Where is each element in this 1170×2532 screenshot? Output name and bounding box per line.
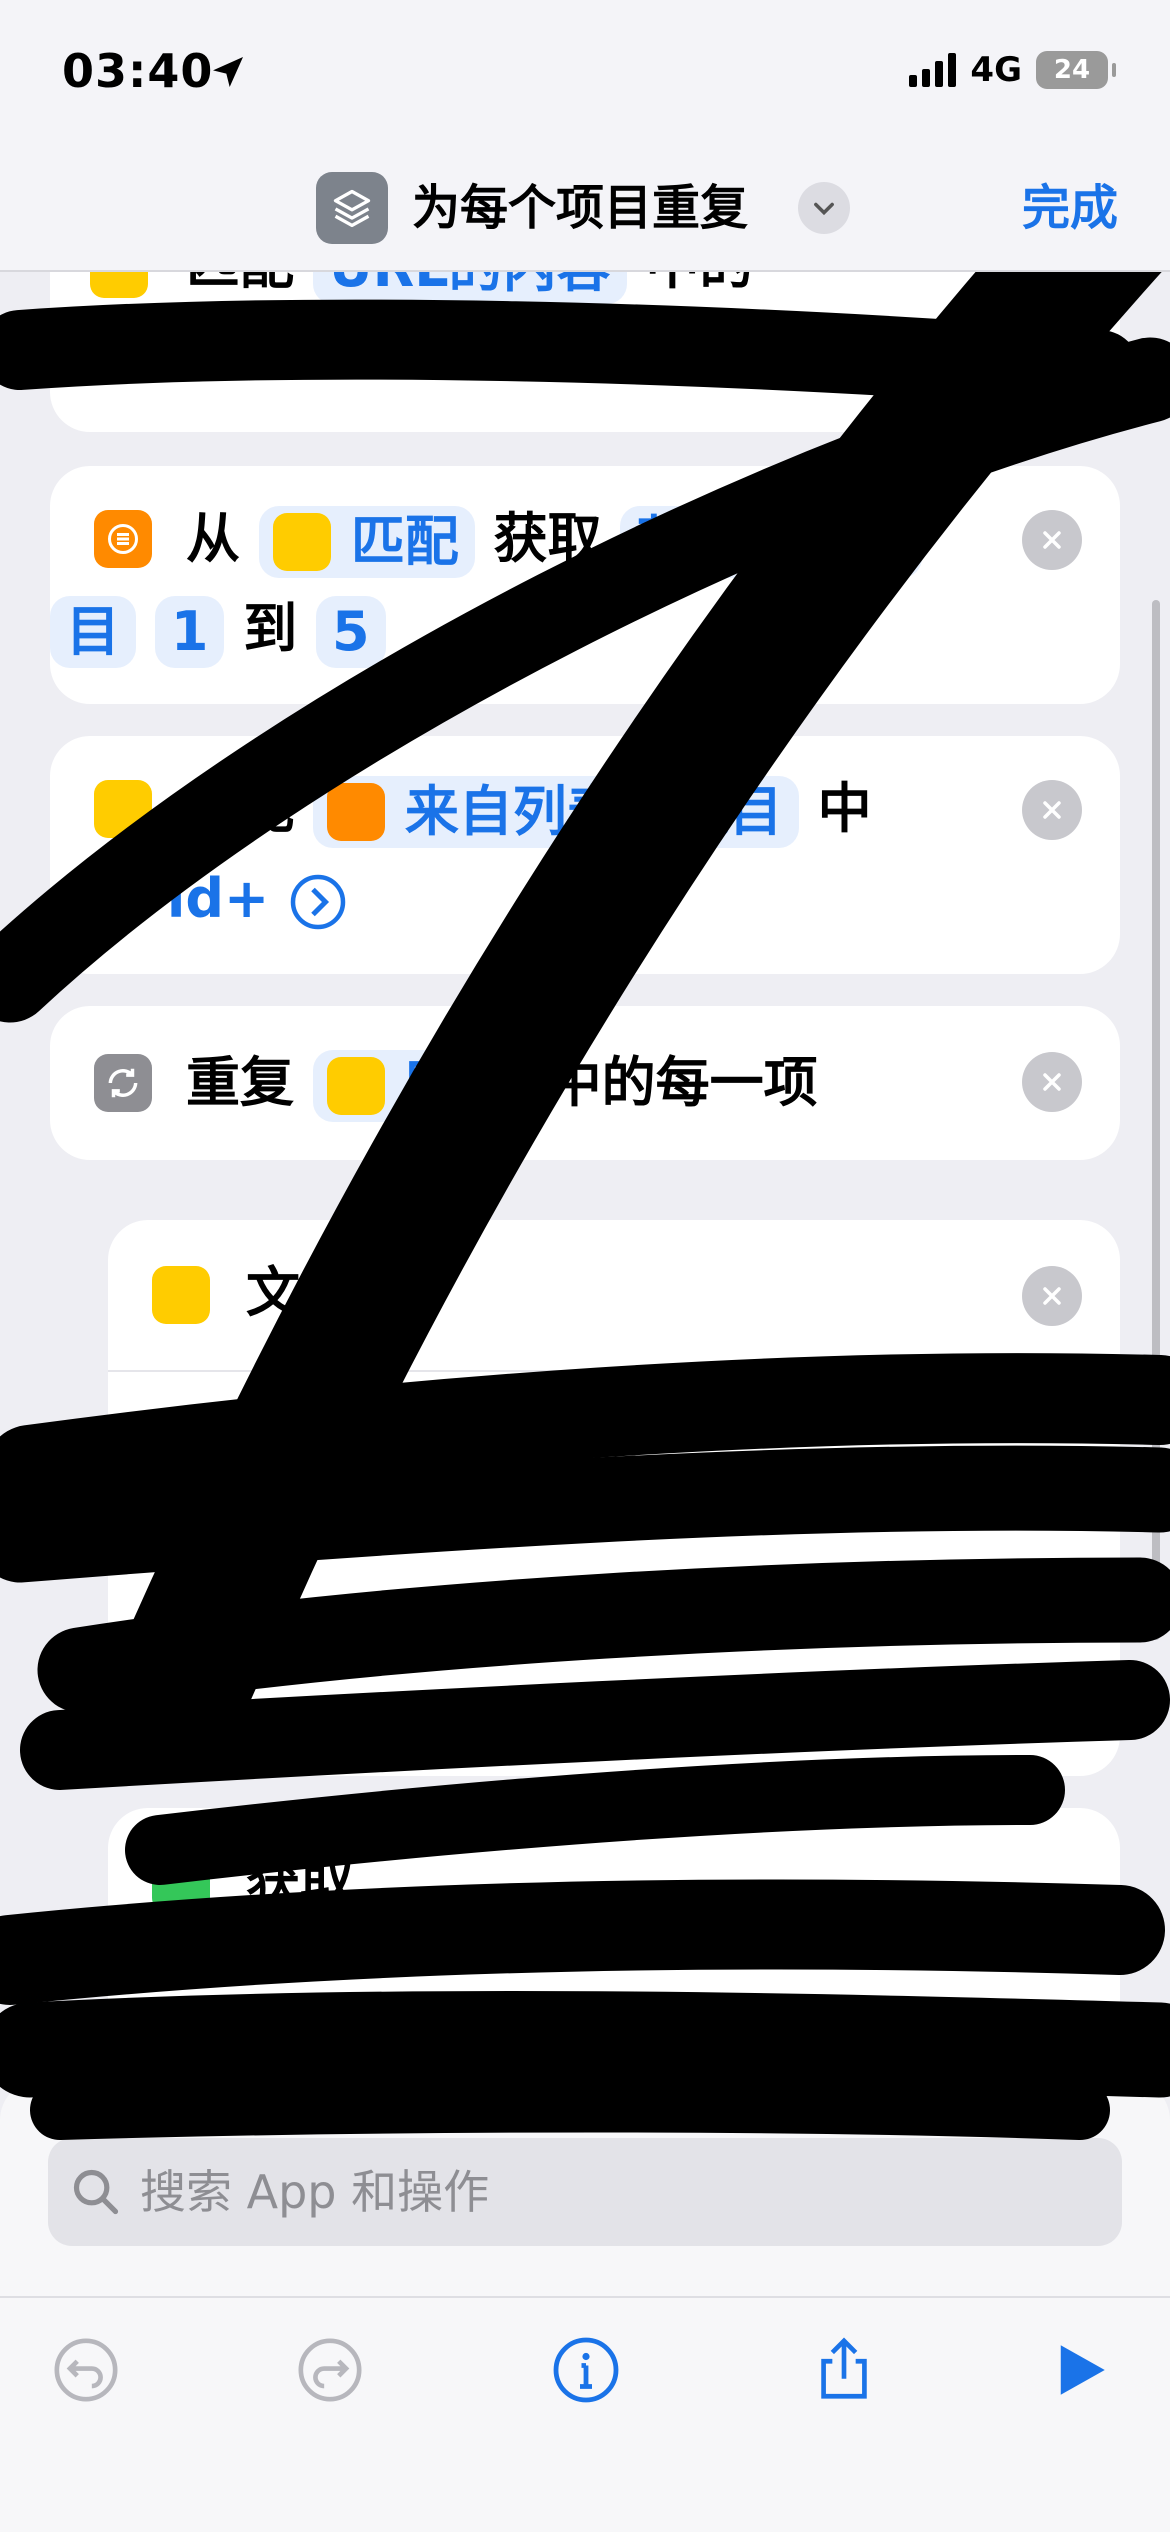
close-icon [1043,531,1061,549]
action-card-text[interactable]: 文本 a o_profi 重复项目 share Onw [108,1220,1120,1776]
network-type: 4G [970,50,1022,90]
status-bar: 03:40 4G 24 [0,0,1170,150]
match-variable-pill[interactable]: 匹配 [258,506,475,579]
search-placeholder: 搜索 App 和操作 [140,2165,490,2219]
shortcut-icon[interactable] [316,172,388,244]
play-icon [1060,2345,1105,2395]
match-variable-pill[interactable]: 匹配 [312,1050,529,1123]
start-index-pill[interactable]: 1 [154,596,225,669]
done-button[interactable]: 完成 [1022,176,1118,240]
divider [108,1370,1120,1372]
layers-icon [333,189,371,228]
close-icon [1043,801,1061,819]
info-icon [553,2337,619,2403]
chevron-down-icon [814,202,834,216]
action-card-get-items[interactable]: 从 匹配 获取 范围内的项 目 1 到 5 [50,466,1120,704]
action-card-match-list[interactable]: 匹配 来自列表的项目 中 的 id+ [50,736,1120,974]
run-button[interactable] [1040,2330,1120,2410]
action-text: 匹配 来自列表的项目 中 [186,764,872,854]
page-title[interactable]: 为每个项目重复 [412,176,748,240]
close-icon [1043,1073,1061,1091]
text-icon [94,780,152,838]
text-icon [152,1266,210,1324]
search-panel: 搜索 App 和操作 [0,2080,1170,2300]
editor-header: 为每个项目重复 完成 [0,150,1170,272]
action-text-line2: 目 1 到 5 [50,584,386,674]
text-body[interactable]: a o_profi 重复项目 share Onw [158,1396,1078,1692]
bottom-toolbar [0,2296,1170,2532]
redo-button[interactable] [290,2330,370,2410]
status-time: 03:40 [62,44,214,98]
signal-icon [909,53,957,87]
scrollbar[interactable] [1152,600,1160,1640]
title-menu-button[interactable] [798,182,850,234]
close-icon [1043,1287,1061,1305]
share-icon [821,2337,867,2399]
info-button[interactable] [546,2330,626,2410]
list-icon [94,510,152,568]
undo-icon [54,2338,118,2402]
web-icon [152,1854,210,1912]
action-text: 重复 匹配 中的每一项 [186,1038,818,1128]
share-button[interactable] [804,2330,884,2410]
action-title: 获取 [246,1849,354,1912]
repeat-item-tag[interactable]: 重复项目 [158,1524,1078,1564]
remove-action-button[interactable] [1022,1052,1082,1112]
action-title: 文本 [246,1261,354,1324]
search-icon [73,2169,119,2215]
remove-action-button[interactable] [1022,510,1082,570]
search-field[interactable]: 搜索 App 和操作 [48,2138,1122,2246]
remove-action-button[interactable] [1022,780,1082,840]
remove-action-button[interactable] [1022,1266,1082,1326]
repeat-icon [94,1054,152,1112]
list-item-pill[interactable]: 来自列表的项目 [312,776,799,849]
location-arrow-icon [213,57,243,87]
battery-icon: 24 [1036,51,1116,89]
range-pill[interactable]: 范围内的项 [620,506,923,579]
action-card-get-url[interactable]: 获取 -api/finish.job 内 [108,1808,1120,2108]
redo-icon [298,2338,362,2402]
undo-button[interactable] [46,2330,126,2410]
action-text: 从 匹配 获取 范围内的项 [186,494,923,584]
status-right: 4G 24 [909,50,1116,90]
chevron-right-circle-icon[interactable] [288,872,348,932]
action-text-line2: 的 id+ [94,854,348,944]
action-card-repeat[interactable]: 重复 匹配 中的每一项 [50,1006,1120,1160]
end-index-pill[interactable]: 5 [316,596,386,669]
